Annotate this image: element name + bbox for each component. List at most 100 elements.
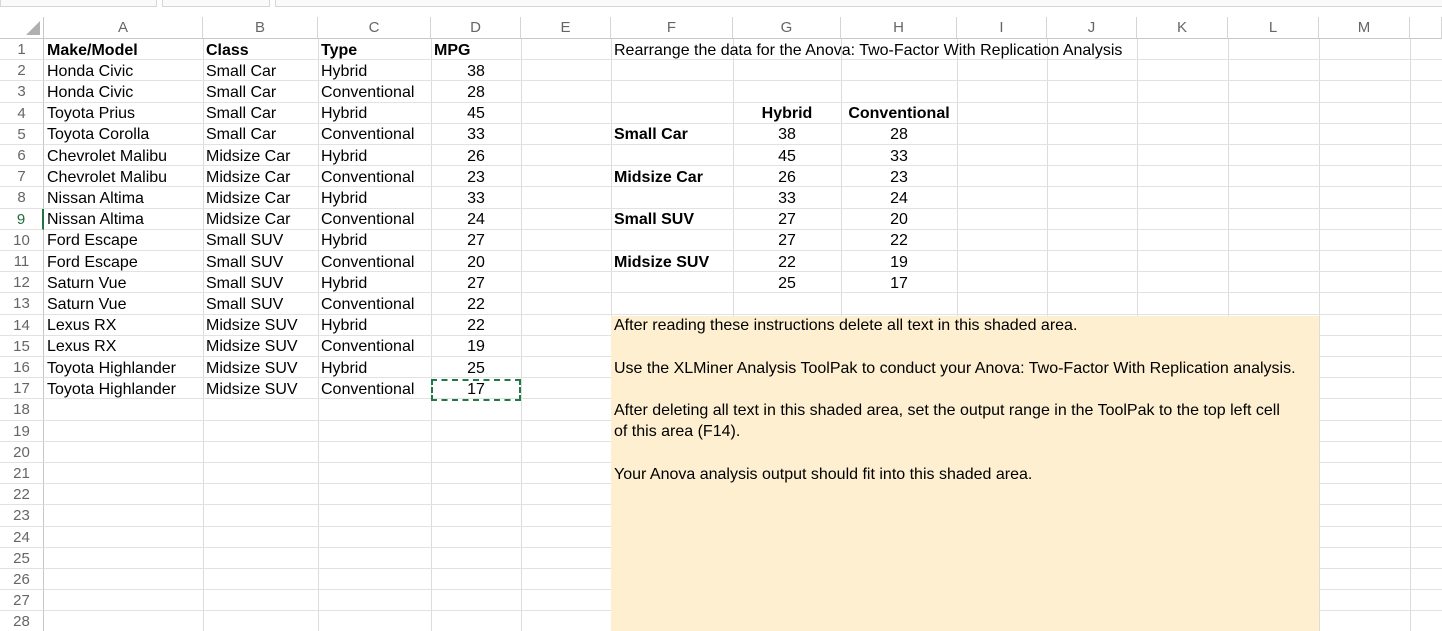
table-cell[interactable]: Toyota Prius [44,103,203,124]
rearranged-value-cell[interactable]: 27 [733,209,841,230]
table-cell[interactable]: Midsize SUV [203,358,318,379]
spreadsheet-grid[interactable]: ABCDEFGHIJKLM 1 2 3 4 5 6 7 8 9 10 11 12 13 14 15 16 17 1… [0,17,1442,631]
table-cell[interactable]: Small SUV [203,252,318,273]
toolbar-tab-stub[interactable] [275,0,1442,7]
table-cell[interactable]: Hybrid [318,315,431,336]
group-label-cell[interactable]: Small Car [611,124,733,145]
table-cell[interactable]: Conventional [318,336,431,357]
rearranged-value-cell[interactable]: 25 [733,273,841,294]
table-cell[interactable]: Ford Escape [44,230,203,251]
table-cell[interactable]: Nissan Altima [44,209,203,230]
row-header-26[interactable]: 26 [0,569,44,591]
column-header-a[interactable]: A [44,17,203,39]
table-cell[interactable]: Small SUV [203,230,318,251]
row-header-12[interactable]: 12 [0,272,44,294]
table-cell[interactable]: 22 [431,315,521,336]
row-header-19[interactable]: 19 [0,420,44,442]
table-cell[interactable]: Small Car [203,82,318,103]
table-cell[interactable]: Saturn Vue [44,294,203,315]
row-header-7[interactable]: 7 [0,166,44,188]
table-cell[interactable]: 27 [431,273,521,294]
row-header-13[interactable]: 13 [0,293,44,315]
table-cell[interactable]: Midsize SUV [203,379,318,400]
table-cell[interactable]: Conventional [318,294,431,315]
instruction-line[interactable]: Your Anova analysis output should fit in… [611,464,1331,485]
row-header-4[interactable]: 4 [0,102,44,124]
rearranged-value-cell[interactable]: 20 [841,209,957,230]
column-header-c[interactable]: C [318,17,431,39]
column-header-d[interactable]: D [431,17,521,39]
table-cell[interactable]: Toyota Highlander [44,358,203,379]
table-cell[interactable]: Saturn Vue [44,273,203,294]
table-cell[interactable]: Midsize SUV [203,336,318,357]
table-cell[interactable]: Hybrid [318,61,431,82]
instruction-line[interactable]: After deleting all text in this shaded a… [611,400,1331,421]
row-header-27[interactable]: 27 [0,590,44,612]
table-cell[interactable]: Midsize Car [203,209,318,230]
rearranged-value-cell[interactable]: 22 [733,252,841,273]
factor-header-cell[interactable]: Hybrid [733,103,841,124]
group-label-cell[interactable]: Small SUV [611,209,733,230]
factor-header-cell[interactable]: Conventional [841,103,957,124]
table-cell[interactable]: Lexus RX [44,315,203,336]
table-cell[interactable]: Lexus RX [44,336,203,357]
table-cell[interactable]: 38 [431,61,521,82]
table-cell[interactable]: Ford Escape [44,252,203,273]
instruction-title[interactable]: Rearrange the data for the Anova: Two-Fa… [611,40,1311,61]
row-header-5[interactable]: 5 [0,123,44,145]
table-cell[interactable]: Midsize Car [203,188,318,209]
rearranged-value-cell[interactable]: 38 [733,124,841,145]
table-cell[interactable]: Hybrid [318,103,431,124]
rearranged-value-cell[interactable]: 27 [733,230,841,251]
table-cell[interactable]: Small SUV [203,294,318,315]
column-header-j[interactable]: J [1047,17,1137,39]
table-cell[interactable]: 20 [431,252,521,273]
column-header-m[interactable]: M [1319,17,1410,39]
row-header-11[interactable]: 11 [0,251,44,273]
group-label-cell[interactable]: Midsize SUV [611,252,733,273]
table-cell[interactable]: Conventional [318,252,431,273]
row-header-25[interactable]: 25 [0,547,44,569]
table-cell[interactable]: 24 [431,209,521,230]
toolbar-tab-stub[interactable] [162,0,270,7]
table-cell[interactable]: Small SUV [203,273,318,294]
row-header-3[interactable]: 3 [0,81,44,103]
table-header-cell[interactable]: Type [318,40,431,61]
table-header-cell[interactable]: MPG [431,40,521,61]
table-cell[interactable]: Toyota Highlander [44,379,203,400]
table-cell[interactable]: Hybrid [318,188,431,209]
rearranged-value-cell[interactable]: 45 [733,146,841,167]
rearranged-value-cell[interactable]: 33 [841,146,957,167]
table-cell[interactable]: 28 [431,82,521,103]
rearranged-value-cell[interactable]: 28 [841,124,957,145]
column-header-g[interactable]: G [733,17,841,39]
row-header-20[interactable]: 20 [0,441,44,463]
table-cell[interactable]: Conventional [318,82,431,103]
table-cell[interactable]: Conventional [318,379,431,400]
table-cell[interactable]: 23 [431,167,521,188]
row-header-2[interactable]: 2 [0,60,44,82]
select-all-corner[interactable] [0,17,44,39]
instruction-line[interactable]: of this area (F14). [611,421,1331,442]
column-header-h[interactable]: H [841,17,957,39]
row-header-9[interactable]: 9 [0,208,44,230]
column-header-e[interactable]: E [521,17,611,39]
column-header-k[interactable]: K [1137,17,1228,39]
rearranged-value-cell[interactable]: 33 [733,188,841,209]
rearranged-value-cell[interactable]: 23 [841,167,957,188]
table-cell[interactable]: Midsize Car [203,167,318,188]
table-cell[interactable]: 33 [431,124,521,145]
table-cell[interactable]: Small Car [203,103,318,124]
column-header-l[interactable]: L [1228,17,1319,39]
table-cell[interactable]: Small Car [203,61,318,82]
column-header-b[interactable]: B [203,17,318,39]
table-cell[interactable]: 45 [431,103,521,124]
toolbar-tab-stub[interactable] [0,0,157,7]
table-header-cell[interactable]: Class [203,40,318,61]
table-cell[interactable]: Conventional [318,167,431,188]
table-cell[interactable]: 25 [431,358,521,379]
row-header-6[interactable]: 6 [0,145,44,167]
table-cell[interactable]: Chevrolet Malibu [44,146,203,167]
rearranged-value-cell[interactable]: 26 [733,167,841,188]
row-header-22[interactable]: 22 [0,484,44,506]
